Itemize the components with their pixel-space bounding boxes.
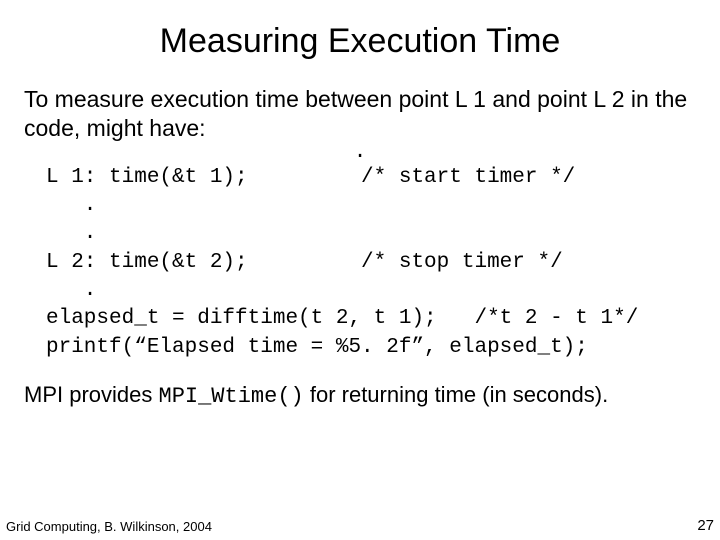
page-number: 27 — [697, 517, 714, 534]
code-line-l2: L 2: time(&t 2); /* stop timer */ — [46, 251, 563, 274]
intro-text: To measure execution time between point … — [0, 67, 720, 143]
outro-post: for returning time (in seconds). — [304, 382, 608, 407]
slide: Measuring Execution Time To measure exec… — [0, 0, 720, 540]
slide-title: Measuring Execution Time — [0, 0, 720, 67]
footer-citation: Grid Computing, B. Wilkinson, 2004 — [6, 519, 212, 534]
code-line-dot3: . — [46, 279, 96, 302]
code-leading-dot: . — [0, 141, 720, 164]
code-block: L 1: time(&t 1); /* start timer */ . . L… — [0, 164, 720, 362]
code-line-dot2: . — [46, 222, 96, 245]
outro-mono: MPI_Wtime() — [159, 384, 304, 409]
code-line-printf: printf(“Elapsed time = %5. 2f”, elapsed_… — [46, 336, 588, 359]
outro-pre: MPI provides — [24, 382, 159, 407]
code-line-dot1: . — [46, 194, 96, 217]
code-line-elapsed: elapsed_t = difftime(t 2, t 1); /*t 2 - … — [46, 307, 638, 330]
code-line-l1: L 1: time(&t 1); /* start timer */ — [46, 166, 575, 189]
outro-text: MPI provides MPI_Wtime() for returning t… — [0, 362, 720, 409]
